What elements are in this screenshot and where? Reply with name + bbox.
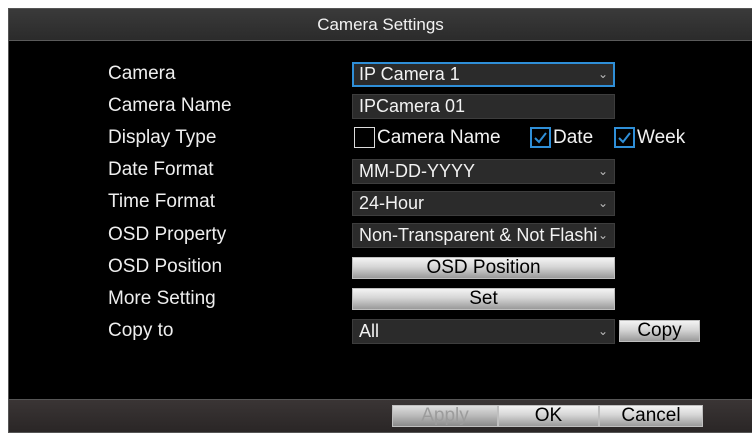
display-type-label: Display Type: [108, 127, 217, 148]
time-format-value: 24-Hour: [359, 193, 425, 213]
check-icon: [534, 132, 547, 144]
camera-settings-dialog: Camera Settings Camera IP Camera 1 ⌄ Cam…: [8, 8, 752, 433]
copy-to-label: Copy to: [108, 320, 174, 341]
camera-name-checkbox[interactable]: [354, 127, 375, 148]
apply-button[interactable]: Apply: [392, 405, 498, 427]
copy-button[interactable]: Copy: [619, 320, 700, 342]
camera-name-checkbox-label: Camera Name: [377, 127, 501, 148]
osd-property-label: OSD Property: [108, 224, 227, 245]
chevron-down-icon: ⌄: [597, 324, 608, 338]
time-format-select[interactable]: 24-Hour ⌄: [352, 191, 615, 216]
week-checkbox-label: Week: [637, 127, 686, 148]
chevron-down-icon: ⌄: [597, 228, 608, 242]
date-format-select[interactable]: MM-DD-YYYY ⌄: [352, 159, 615, 184]
camera-name-value: IPCamera 01: [359, 96, 466, 116]
ok-button[interactable]: OK: [498, 405, 599, 427]
date-checkbox[interactable]: [530, 127, 551, 148]
camera-select-value: IP Camera 1: [359, 64, 460, 84]
chevron-down-icon: ⌄: [597, 67, 608, 81]
cancel-button[interactable]: Cancel: [599, 405, 703, 427]
copy-to-value: All: [359, 321, 380, 341]
chevron-down-icon: ⌄: [597, 164, 608, 178]
osd-property-value: Non-Transparent & Not Flashing: [359, 225, 597, 245]
camera-name-label: Camera Name: [108, 95, 232, 116]
more-setting-label: More Setting: [108, 288, 216, 309]
set-button[interactable]: Set: [352, 288, 615, 310]
osd-position-button[interactable]: OSD Position: [352, 257, 615, 279]
date-format-value: MM-DD-YYYY: [359, 161, 475, 181]
dialog-title: Camera Settings: [9, 9, 752, 41]
date-checkbox-label: Date: [553, 127, 594, 148]
camera-label: Camera: [108, 63, 176, 84]
copy-to-select[interactable]: All ⌄: [352, 319, 615, 344]
osd-position-label: OSD Position: [108, 256, 223, 277]
week-checkbox[interactable]: [614, 127, 635, 148]
date-format-label: Date Format: [108, 159, 214, 180]
osd-property-select[interactable]: Non-Transparent & Not Flashing ⌄: [352, 223, 615, 248]
time-format-label: Time Format: [108, 191, 215, 212]
camera-name-input[interactable]: IPCamera 01: [352, 94, 615, 119]
dialog-footer: Apply OK Cancel: [9, 399, 752, 432]
camera-select[interactable]: IP Camera 1 ⌄: [352, 62, 615, 87]
check-icon: [618, 132, 631, 144]
chevron-down-icon: ⌄: [597, 196, 608, 210]
